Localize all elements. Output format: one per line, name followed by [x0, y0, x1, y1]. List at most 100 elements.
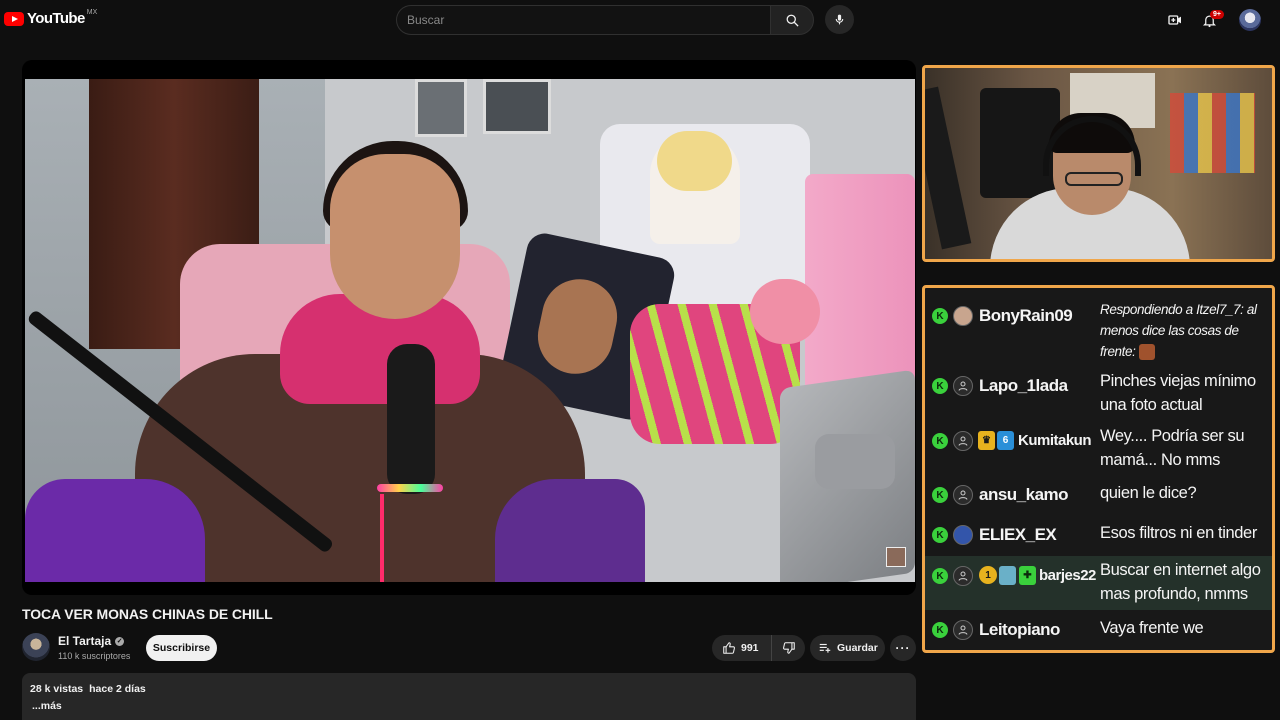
- scene-plaque-play: [815, 434, 895, 489]
- channel-name: El Tartaja: [58, 634, 112, 648]
- user-icon: [958, 490, 968, 500]
- description-meta: 28 k vistas hace 2 días: [30, 683, 908, 695]
- video-frame[interactable]: [25, 79, 915, 582]
- like-count: 991: [741, 642, 759, 654]
- playlist-add-icon: [819, 643, 831, 653]
- verified-icon: ✓: [115, 636, 125, 646]
- save-label: Guardar: [837, 642, 878, 654]
- scene-doll-hair: [657, 131, 732, 191]
- scene-microphone: [387, 344, 435, 494]
- chat-reply-text: Respondiendo a Itzel7_7: al menos dice l…: [1100, 302, 1257, 359]
- kick-badge-icon: K: [932, 308, 948, 324]
- chat-overlay: K BonyRain09 Respondiendo a Itzel7_7: al…: [922, 285, 1275, 653]
- user-avatar: [953, 620, 973, 640]
- emote-icon: [1138, 344, 1155, 361]
- mic-icon: [835, 14, 844, 25]
- user-icon: [958, 381, 968, 391]
- like-dislike-group: 991: [712, 635, 805, 661]
- scene-picture: [415, 79, 467, 137]
- thumbs-up-icon: [723, 642, 735, 654]
- chat-message-highlighted: K 1 ✚ barjes22 Buscar en internet algo m…: [925, 556, 1272, 610]
- search-input[interactable]: [396, 5, 770, 35]
- video-player[interactable]: [22, 60, 916, 595]
- webcam-toys: [1170, 93, 1255, 173]
- chat-message: K ♛ 6 Kumitakun Wey.... Podría ser su ma…: [925, 423, 1272, 475]
- logo-text: YouTube: [27, 10, 85, 27]
- thumbs-down-icon: [782, 642, 795, 654]
- chat-username: barjes22: [1039, 567, 1096, 584]
- more-actions-button[interactable]: ···: [890, 635, 916, 661]
- dislike-button[interactable]: [772, 635, 805, 661]
- chat-username: Kumitakun: [1018, 432, 1092, 449]
- like-button[interactable]: 991: [712, 635, 772, 661]
- notification-count-badge: 9+: [1210, 10, 1224, 19]
- account-avatar[interactable]: [1239, 9, 1261, 31]
- chat-message-text: Pinches viejas mínimo una foto actual: [1100, 372, 1256, 414]
- youtube-logo[interactable]: YouTube MX: [4, 9, 98, 27]
- scene-mic-light: [377, 484, 443, 492]
- more-horizontal-icon: ···: [895, 641, 911, 655]
- user-icon: [958, 625, 968, 635]
- user-avatar: [953, 566, 973, 586]
- kick-badge-icon: K: [932, 433, 948, 449]
- chat-username: Leitopiano: [979, 620, 1060, 639]
- scene-cable: [380, 494, 384, 582]
- chat-message-text: quien le dice?: [1100, 484, 1197, 502]
- user-avatar: [953, 525, 973, 545]
- user-avatar: [953, 485, 973, 505]
- webcam-overlay: [922, 65, 1275, 262]
- chat-message: K BonyRain09 Respondiendo a Itzel7_7: al…: [925, 294, 1272, 366]
- channel-avatar[interactable]: [22, 633, 50, 661]
- subscriber-count: 110 k suscriptores: [58, 651, 131, 661]
- scene-corner-thumbnail: [886, 547, 906, 567]
- scene-head: [330, 154, 460, 319]
- scene-sleeve: [495, 479, 645, 582]
- create-button[interactable]: [1164, 9, 1186, 31]
- search-button[interactable]: [770, 5, 814, 35]
- upload-date: hace 2 días: [89, 683, 146, 695]
- kick-badge-icon: K: [932, 568, 948, 584]
- emote-badge-icon: [999, 566, 1016, 585]
- kick-badge-icon: K: [932, 527, 948, 543]
- youtube-play-icon: [4, 12, 24, 26]
- view-count: 28 k vistas: [30, 683, 84, 695]
- user-avatar: [953, 306, 973, 326]
- kick-badge-icon: K: [932, 378, 948, 394]
- chat-message-text: Respondiendo a Itzel7_7: al menos dice l…: [1100, 300, 1268, 363]
- chat-message: K Lapo_1lada Pinches viejas mínimo una f…: [925, 368, 1272, 420]
- chat-message: K Leitopiano Vaya frente we: [925, 613, 1272, 649]
- voice-search-button[interactable]: [825, 5, 854, 34]
- user-icon: [958, 571, 968, 581]
- scene-plush-head: [750, 279, 820, 344]
- chat-username: ELIEX_EX: [979, 525, 1057, 544]
- scene-picture: [483, 79, 551, 134]
- save-button[interactable]: Guardar: [810, 635, 885, 661]
- sub-months-badge-icon: 6: [997, 431, 1014, 450]
- chat-username: ansu_kamo: [979, 485, 1069, 504]
- chat-message: K ELIEX_EX Esos filtros ni en tinder: [925, 518, 1272, 554]
- top-bar: YouTube MX 9+: [0, 0, 1280, 40]
- subscribe-button[interactable]: Suscribirse: [146, 635, 217, 661]
- chat-message-text: Wey.... Podría ser su mamá... No mms: [1100, 427, 1245, 469]
- create-icon: [1168, 15, 1181, 25]
- chat-username: Lapo_1lada: [979, 376, 1068, 395]
- chat-message-text: Esos filtros ni en tinder: [1100, 524, 1257, 542]
- coin-badge-icon: 1: [979, 566, 997, 584]
- search-bar: [396, 5, 814, 35]
- crown-badge-icon: ♛: [978, 431, 995, 450]
- channel-name-link[interactable]: El Tartaja ✓: [58, 634, 125, 648]
- search-icon: [786, 14, 799, 27]
- chat-message-text: Buscar en internet algo mas profundo, nm…: [1100, 561, 1261, 603]
- chat-message: K ansu_kamo quien le dice?: [925, 478, 1272, 514]
- kick-badge-icon: K: [932, 622, 948, 638]
- user-avatar: [953, 431, 973, 451]
- user-icon: [958, 436, 968, 446]
- webcam-glasses: [1065, 172, 1123, 186]
- description-box[interactable]: 28 k vistas hace 2 días ...más: [22, 673, 916, 720]
- scene-sleeve: [25, 479, 205, 582]
- kick-badge-icon: K: [932, 487, 948, 503]
- video-title: TOCA VER MONAS CHINAS DE CHILL: [22, 606, 273, 622]
- show-more-link[interactable]: ...más: [32, 700, 908, 712]
- logo-region: MX: [86, 9, 98, 16]
- gift-badge-icon: ✚: [1019, 566, 1036, 585]
